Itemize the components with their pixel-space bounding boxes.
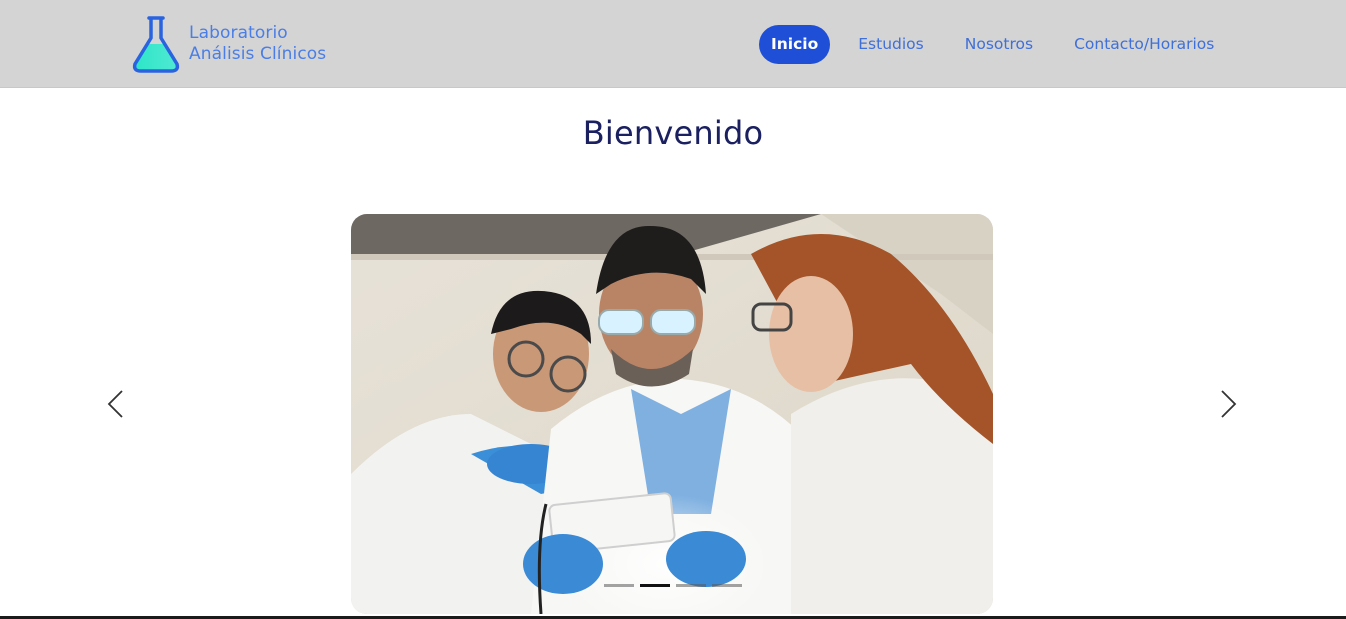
brand-line-2: Análisis Clínicos [189,44,327,64]
nav-item-inicio[interactable]: Inicio [759,25,831,64]
chevron-left-icon [107,390,123,418]
brand-link[interactable]: Laboratorio Análisis Clínicos [131,14,326,74]
carousel-indicator-2[interactable] [640,584,670,587]
carousel-indicator-1[interactable] [604,584,634,587]
carousel-prev-button[interactable] [101,386,131,422]
carousel-indicator-3[interactable] [676,584,706,587]
carousel-indicators [604,584,748,587]
carousel-indicator-4[interactable] [712,584,742,587]
flask-icon [132,16,180,73]
main-nav: Inicio Estudios Nosotros Contacto/Horari… [759,25,1214,64]
carousel-next-button[interactable] [1213,386,1243,422]
chevron-right-icon [1221,390,1237,418]
nav-item-nosotros[interactable]: Nosotros [965,25,1033,64]
page-title: Bienvenido [582,114,764,152]
brand-line-1: Laboratorio [189,23,288,43]
brand-text: Laboratorio Análisis Clínicos [189,23,326,65]
lab-team-photo [351,214,993,614]
navbar: Laboratorio Análisis Clínicos Inicio Est… [0,0,1346,88]
carousel-slide-image [351,214,993,614]
nav-item-estudios[interactable]: Estudios [858,25,923,64]
nav-item-contacto-horarios[interactable]: Contacto/Horarios [1074,25,1214,64]
